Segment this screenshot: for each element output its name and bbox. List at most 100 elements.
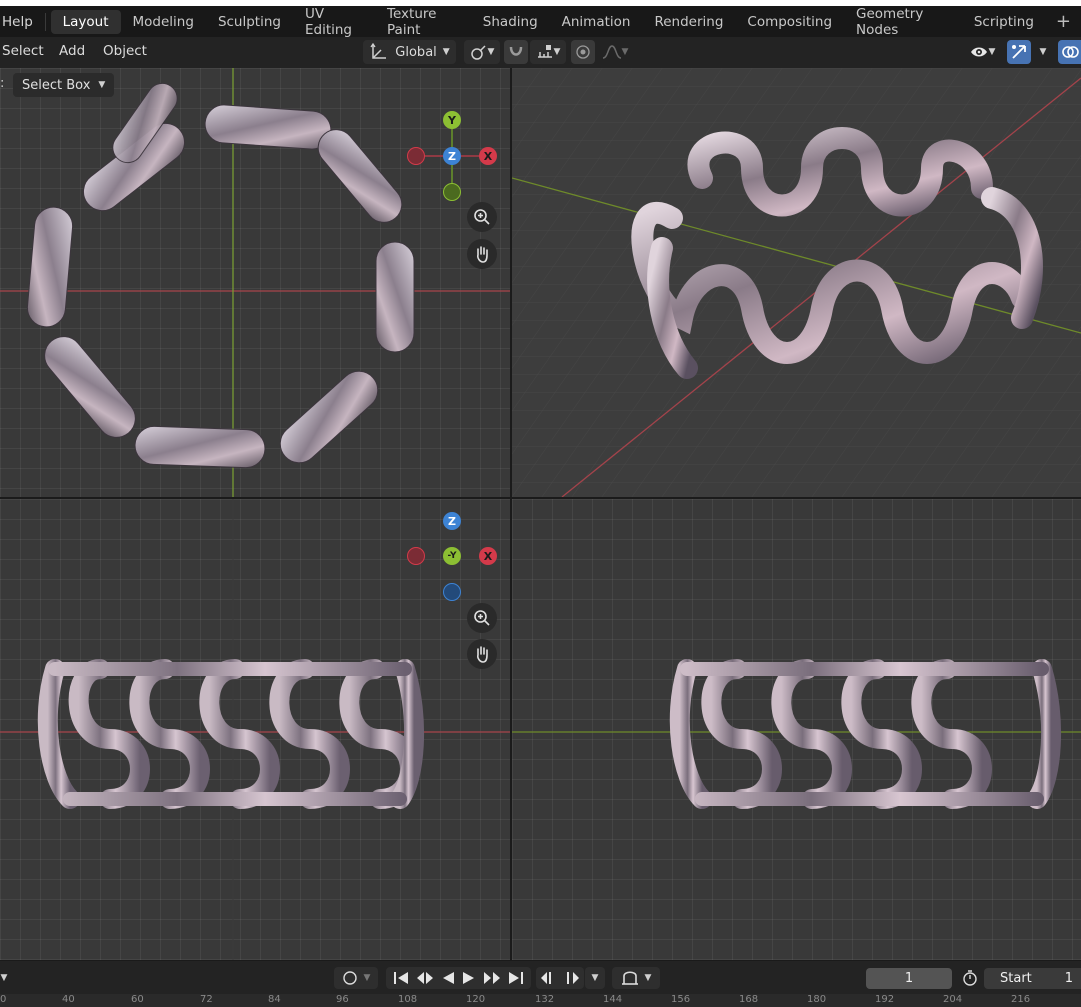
hand-icon <box>477 246 488 263</box>
ruler-tick: 168 <box>739 994 759 1005</box>
chevron-down-icon: ▼ <box>442 47 450 57</box>
snap-icon <box>621 971 638 985</box>
timeline-header: ▼ ▼ ▼ ▼ 1 Start 1 <box>0 960 1081 995</box>
tab-scripting[interactable]: Scripting <box>962 10 1046 34</box>
overlays-toggle[interactable] <box>1058 40 1081 64</box>
pivot-icon <box>470 45 486 60</box>
snap-toggle[interactable] <box>504 40 528 64</box>
play-icon[interactable] <box>461 971 477 985</box>
viewport-right-view[interactable] <box>512 499 1081 960</box>
viewport-header: Select Add Object Global ▼ ▼ ▼ ▼ ▼ ▼ <box>0 37 1081 68</box>
toolbar-separator: : <box>0 76 5 91</box>
tab-sculpting[interactable]: Sculpting <box>206 10 293 34</box>
gizmo-neg-x-axis[interactable] <box>407 147 425 165</box>
viewport-front-view[interactable]: Z -Y X <box>0 499 510 960</box>
ruler-tick: 144 <box>603 994 623 1005</box>
tab-animation[interactable]: Animation <box>550 10 643 34</box>
eye-icon <box>970 47 987 57</box>
jump-next-icon[interactable] <box>562 971 580 985</box>
gizmo-y-axis[interactable]: Y <box>443 111 461 129</box>
gizmo-neg-y-axis[interactable] <box>443 183 461 201</box>
stopwatch-icon <box>963 970 977 986</box>
orientation-label: Global <box>395 44 437 60</box>
chevron-down-icon: ▼ <box>621 47 629 57</box>
ring-mesh-front <box>37 659 425 809</box>
vertical-area-divider[interactable] <box>510 68 512 960</box>
chevron-down-icon: ▼ <box>487 47 495 57</box>
overlays-icon <box>1062 46 1079 58</box>
ruler-tick: 96 <box>336 994 349 1005</box>
play-reverse-icon[interactable] <box>440 971 456 985</box>
jump-end-icon[interactable] <box>507 971 525 985</box>
zoom-button[interactable] <box>467 202 497 232</box>
jump-previous-icon[interactable] <box>540 971 558 985</box>
start-frame-value: 1 <box>1064 971 1073 986</box>
pan-button[interactable] <box>467 639 497 669</box>
gizmo-x-axis[interactable]: X <box>479 147 497 165</box>
magnet-icon <box>509 46 523 56</box>
gizmo-toggle[interactable] <box>1007 40 1031 64</box>
keying-dropdown[interactable]: ▼ <box>334 967 378 989</box>
previous-keyframe-icon[interactable] <box>415 971 435 985</box>
chevron-down-icon: ▼ <box>591 973 599 983</box>
chevron-down-icon: ▼ <box>1039 47 1047 57</box>
zoom-icon <box>474 610 490 626</box>
select-menu[interactable]: Select <box>2 43 44 59</box>
gizmo-neg-z-axis[interactable] <box>443 583 461 601</box>
gizmo-z-axis[interactable]: Z <box>443 147 461 165</box>
ruler-tick: 180 <box>807 994 827 1005</box>
tab-compositing[interactable]: Compositing <box>735 10 844 34</box>
tab-geometry-nodes[interactable]: Geometry Nodes <box>844 6 962 38</box>
jump-start-icon[interactable] <box>392 971 410 985</box>
top-view-canvas <box>0 68 510 497</box>
auto-keying-dropdown[interactable]: ▼ <box>612 967 660 989</box>
start-frame-field[interactable]: Start 1 <box>984 968 1081 989</box>
ruler-tick: 132 <box>535 994 555 1005</box>
viewport-perspective-view[interactable] <box>512 68 1081 497</box>
ruler-tick: 72 <box>200 994 213 1005</box>
next-keyframe-icon[interactable] <box>482 971 502 985</box>
stopwatch-toggle[interactable] <box>958 967 982 989</box>
start-frame-label: Start <box>1000 971 1032 986</box>
proportional-edit-toggle[interactable] <box>571 40 595 64</box>
snap-increment-icon <box>537 45 552 58</box>
tab-layout[interactable]: Layout <box>50 9 121 34</box>
snap-target-dropdown[interactable]: ▼ <box>530 40 566 64</box>
gizmo-neg-y-axis[interactable]: -Y <box>443 547 461 565</box>
zoom-icon <box>474 209 490 225</box>
falloff-dropdown[interactable]: ▼ <box>597 40 633 64</box>
frame-ruler[interactable]: 0 40 60 72 84 96 108 120 132 144 156 168… <box>0 994 1081 1007</box>
chevron-down-icon: ▼ <box>988 47 996 57</box>
perspective-canvas <box>512 68 1081 497</box>
object-menu[interactable]: Object <box>103 43 147 59</box>
viewport-top-view[interactable]: Y Z X <box>0 68 510 497</box>
playback-dropdown[interactable]: ▼ <box>585 967 605 989</box>
ruler-tick: 108 <box>398 994 418 1005</box>
tab-texture-paint[interactable]: Texture Paint <box>375 6 471 38</box>
tab-rendering[interactable]: Rendering <box>642 10 735 34</box>
gizmo-x-axis[interactable]: X <box>479 547 497 565</box>
ruler-tick: 192 <box>875 994 895 1005</box>
ruler-tick: 156 <box>671 994 691 1005</box>
zoom-button[interactable] <box>467 603 497 633</box>
ruler-tick: 216 <box>1011 994 1031 1005</box>
timeline-menu-chevron[interactable]: ▼ <box>0 967 8 989</box>
help-menu[interactable]: Help <box>0 6 40 37</box>
add-menu[interactable]: Add <box>59 43 85 59</box>
proportional-edit-icon <box>576 45 590 59</box>
gizmo-z-axis[interactable]: Z <box>443 512 461 530</box>
tab-shading[interactable]: Shading <box>471 10 550 34</box>
tab-modeling[interactable]: Modeling <box>121 10 206 34</box>
ring-mesh-top <box>26 82 415 469</box>
gizmo-neg-x-axis[interactable] <box>407 547 425 565</box>
current-frame-field[interactable]: 1 <box>866 968 952 989</box>
visibility-dropdown[interactable]: ▼ <box>963 40 1001 64</box>
add-workspace-button[interactable]: + <box>1046 10 1081 34</box>
transform-orientation-dropdown[interactable]: Global ▼ <box>363 40 456 64</box>
pivot-point-dropdown[interactable]: ▼ <box>464 40 500 64</box>
gizmo-dropdown[interactable]: ▼ <box>1033 40 1053 64</box>
pan-button[interactable] <box>467 239 497 269</box>
tab-uv-editing[interactable]: UV Editing <box>293 6 375 38</box>
select-box-dropdown[interactable]: Select Box ▼ <box>13 73 114 97</box>
horizontal-area-divider[interactable] <box>0 497 1081 499</box>
